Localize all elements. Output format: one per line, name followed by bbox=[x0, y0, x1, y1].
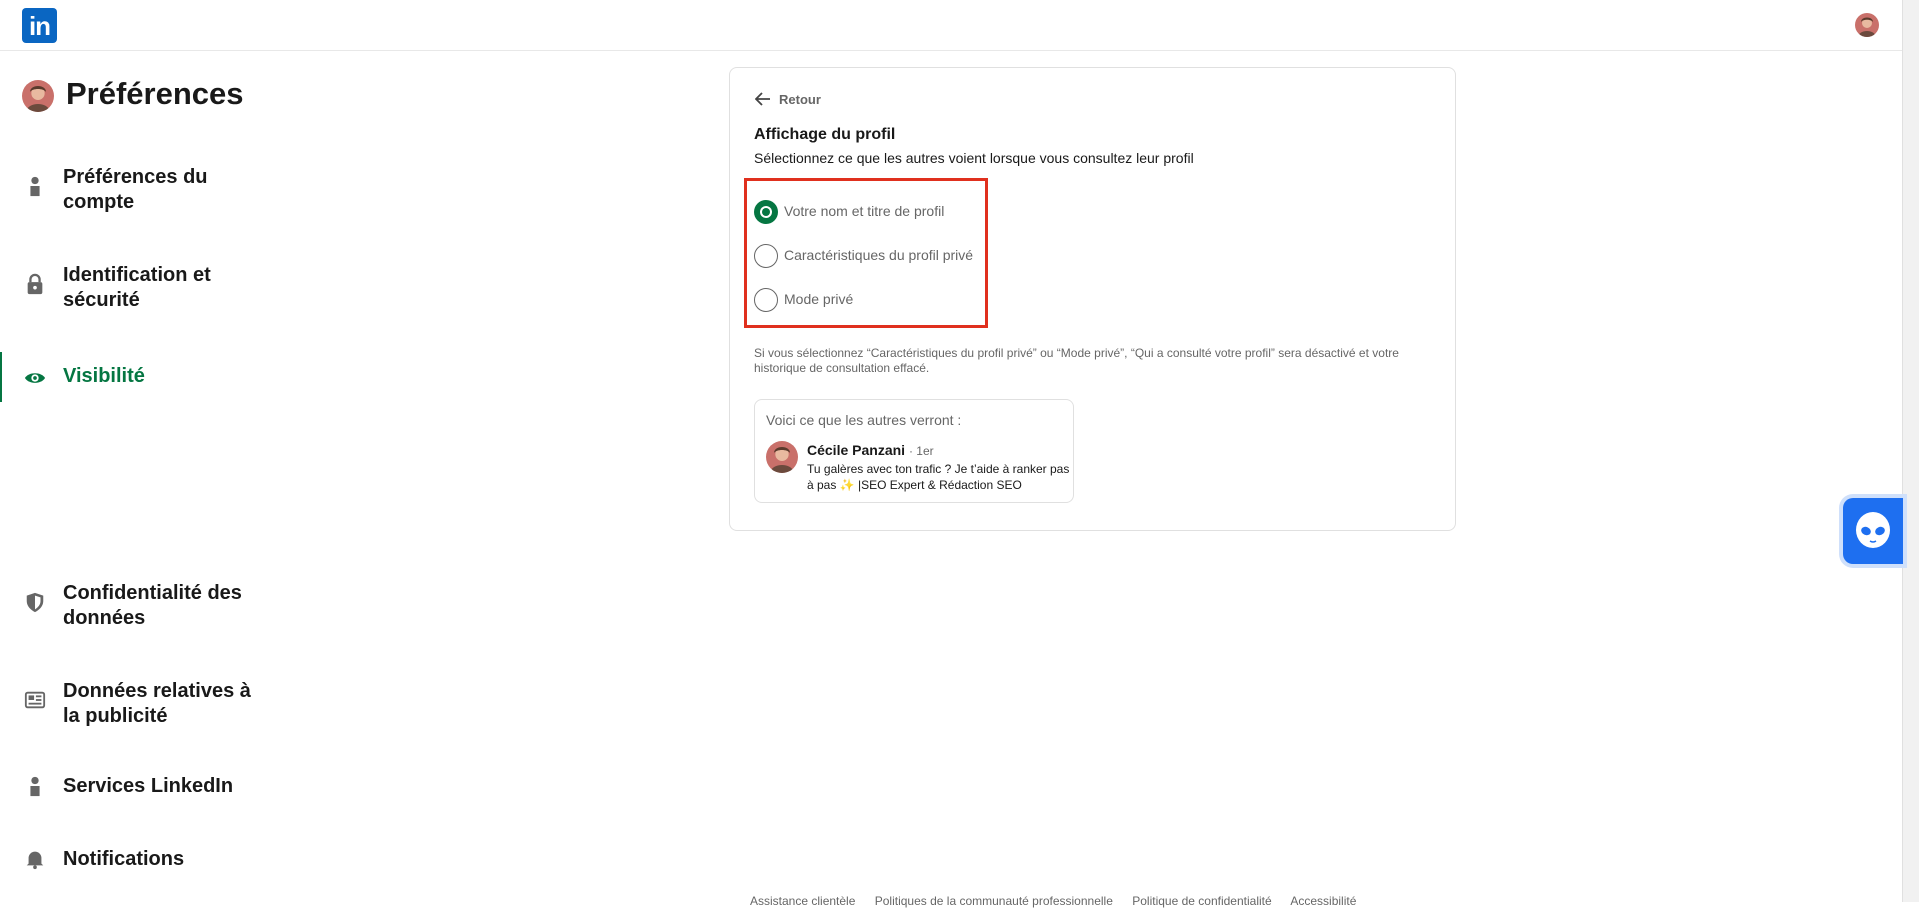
back-button[interactable]: Retour bbox=[754, 92, 821, 109]
sidebar-item-label: Services LinkedIn bbox=[63, 775, 234, 797]
preview-name: Cécile Panzani · 1er bbox=[807, 442, 934, 458]
sidebar-item-label: Identification et sécurité bbox=[63, 264, 211, 311]
active-indicator bbox=[0, 352, 2, 402]
option-label: Caractéristiques du profil privé bbox=[784, 247, 974, 263]
info-note: Si vous sélectionnez “Caractéristiques d… bbox=[754, 346, 1399, 375]
scrollbar[interactable] bbox=[1902, 0, 1919, 902]
footer-link-accessibility[interactable]: Accessibilité bbox=[1290, 894, 1356, 908]
footer-links: Assistance clientèle Politiques de la co… bbox=[750, 894, 1372, 908]
shield-icon bbox=[24, 591, 46, 613]
radio-button-checked[interactable] bbox=[754, 200, 778, 224]
preview-person-name: Cécile Panzani bbox=[807, 442, 906, 458]
option-label: Votre nom et titre de profil bbox=[784, 203, 945, 219]
assistant-button[interactable] bbox=[1843, 498, 1903, 564]
sidebar-item-label: Données relatives à la publicité bbox=[63, 680, 251, 727]
footer-link-privacy-policy[interactable]: Politique de confidentialité bbox=[1132, 894, 1271, 908]
bell-icon bbox=[24, 848, 46, 870]
person-icon bbox=[24, 175, 46, 197]
header-avatar[interactable] bbox=[1855, 13, 1879, 37]
newspaper-icon bbox=[24, 689, 46, 711]
radio-button[interactable] bbox=[754, 288, 778, 312]
preview-avatar bbox=[766, 441, 798, 473]
sidebar-item-label: Visibilité bbox=[63, 365, 145, 387]
profile-preview-card: Voici ce que les autres verront : Cécile… bbox=[754, 399, 1074, 503]
radio-button[interactable] bbox=[754, 244, 778, 268]
sidebar-item-label: Préférences du compte bbox=[63, 166, 208, 213]
profile-view-settings-card: Retour Affichage du profil Sélectionnez … bbox=[729, 67, 1456, 531]
connection-degree: · 1er bbox=[908, 444, 934, 458]
footer-link-help[interactable]: Assistance clientèle bbox=[750, 894, 855, 908]
section-subtitle: Sélectionnez ce que les autres voient lo… bbox=[754, 150, 1194, 166]
preview-heading: Voici ce que les autres verront : bbox=[766, 412, 962, 428]
back-label: Retour bbox=[779, 92, 821, 107]
top-bar: in bbox=[0, 0, 1903, 51]
eye-icon bbox=[24, 367, 46, 389]
sidebar-avatar bbox=[22, 80, 54, 112]
person-icon bbox=[24, 775, 46, 797]
lock-icon bbox=[24, 273, 46, 295]
preview-headline: Tu galères avec ton trafic ? Je t’aide à… bbox=[807, 462, 1070, 492]
footer-link-community-policies[interactable]: Politiques de la communauté professionne… bbox=[875, 894, 1113, 908]
sidebar-item-label: Notifications bbox=[63, 848, 185, 870]
linkedin-logo[interactable]: in bbox=[22, 8, 57, 43]
sidebar-item-label: Confidentialité des données bbox=[63, 582, 242, 629]
page-title: Préférences bbox=[66, 76, 244, 111]
section-title: Affichage du profil bbox=[754, 126, 896, 143]
option-label: Mode privé bbox=[784, 291, 854, 307]
arrow-left-icon bbox=[754, 92, 771, 109]
